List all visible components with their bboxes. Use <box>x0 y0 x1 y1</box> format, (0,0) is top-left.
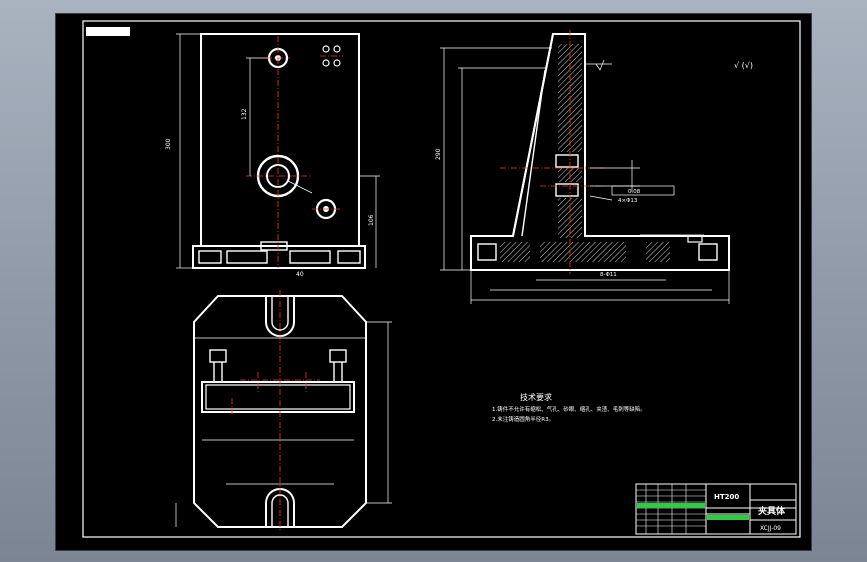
sheet-border <box>82 20 801 538</box>
dim-side-holes: 4×Φ13 <box>618 198 638 204</box>
front-view <box>192 33 366 269</box>
part-name: 夹具体 <box>758 505 786 517</box>
cad-drawing: 300 132 106 40 290 4×Φ13 0.08 8-Φ11 √ (√… <box>82 20 801 538</box>
dim-front-total-height: 300 <box>165 138 172 150</box>
drawing-number: XCJJ-09 <box>760 525 781 532</box>
dim-hole-spacing: 132 <box>241 108 248 120</box>
corner-mark <box>86 27 130 36</box>
dim-side-base-holes: 8-Φ11 <box>600 272 617 278</box>
title-block-stripe-2 <box>707 515 749 520</box>
notes-line-1: 1.铸件不允许有缩松、气孔、砂眼、缩孔、夹渣、毛刺等缺陷。 <box>492 405 646 413</box>
center-rib <box>201 381 355 413</box>
title-block-stripe <box>637 503 705 508</box>
notes-line-2: 2.未注铸造圆角半径R3。 <box>492 415 554 423</box>
dim-front-lower-height: 106 <box>368 214 375 226</box>
dim-side-tolerance: 0.08 <box>628 189 641 195</box>
surface-finish-symbol: √ (√) <box>734 61 753 70</box>
front-centerlines <box>246 36 343 268</box>
dim-side-total-height: 290 <box>435 148 442 160</box>
dim-front-base-width: 40 <box>296 271 304 278</box>
notes-title: 技术要求 <box>520 392 552 402</box>
side-centerlines <box>500 30 604 274</box>
material-label: HT200 <box>714 493 739 501</box>
